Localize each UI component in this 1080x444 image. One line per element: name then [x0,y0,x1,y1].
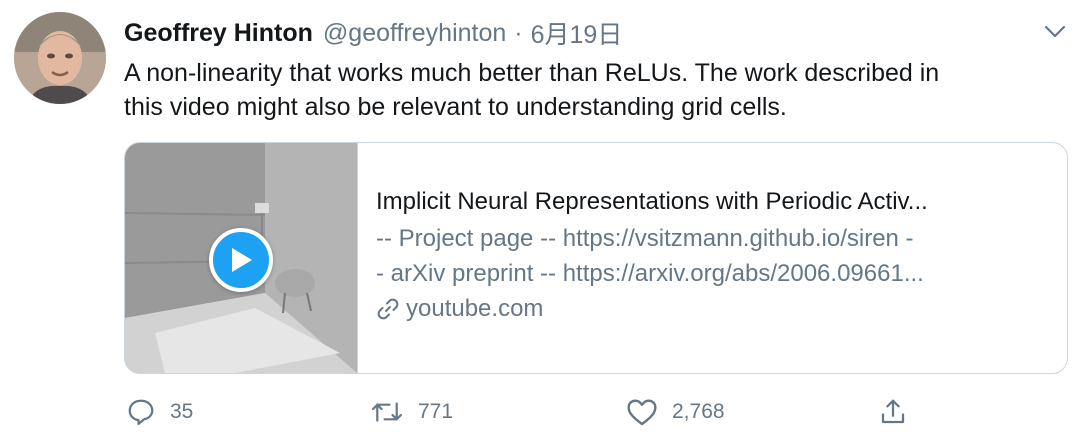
like-button[interactable]: 2,768 [626,392,725,432]
video-thumbnail[interactable] [125,143,357,373]
play-button[interactable] [209,228,273,292]
card-title: Implicit Neural Representations with Per… [376,188,928,215]
tweet-header: Geoffrey Hinton @geoffreyhinton · 6月19日 [124,14,622,52]
like-count: 2,768 [672,400,725,423]
tweet-text: A non-linearity that works much better t… [124,56,1068,124]
retweet-icon [371,402,403,422]
reply-icon [128,399,154,425]
link-card[interactable]: Implicit Neural Representations with Per… [124,142,1068,374]
like-icon [627,399,657,426]
author-name[interactable]: Geoffrey Hinton [124,19,313,48]
card-description-line: -- Project page -- https://vsitzmann.git… [376,225,914,252]
tweet-text-line: this video might also be relevant to und… [124,93,787,121]
header-separator: · [514,18,523,47]
reply-button[interactable]: 35 [126,392,193,432]
avatar-photo [14,12,106,104]
retweet-count: 771 [418,400,454,423]
avatar[interactable] [14,12,106,104]
card-body: Implicit Neural Representations with Per… [357,143,1067,373]
share-icon [881,399,905,424]
link-icon [377,298,399,320]
card-domain: youtube.com [376,295,1049,323]
author-handle[interactable]: @geoffreyhinton [323,19,506,48]
tweet-text-line: A non-linearity that works much better t… [124,59,940,87]
more-options-button[interactable] [1040,20,1070,44]
chevron-down-icon [1044,25,1066,38]
share-button[interactable] [878,392,922,432]
retweet-button[interactable]: 771 [370,392,453,432]
card-description: -- Project page -- https://vsitzmann.git… [376,221,1049,291]
tweet-date[interactable]: 6月19日 [531,15,623,51]
action-bar: 35 771 2,768 [124,392,924,432]
card-description-line: - arXiv preprint -- https://arxiv.org/ab… [376,260,924,287]
card-domain-label: youtube.com [406,295,544,322]
play-icon [232,248,252,272]
reply-count: 35 [170,400,194,423]
